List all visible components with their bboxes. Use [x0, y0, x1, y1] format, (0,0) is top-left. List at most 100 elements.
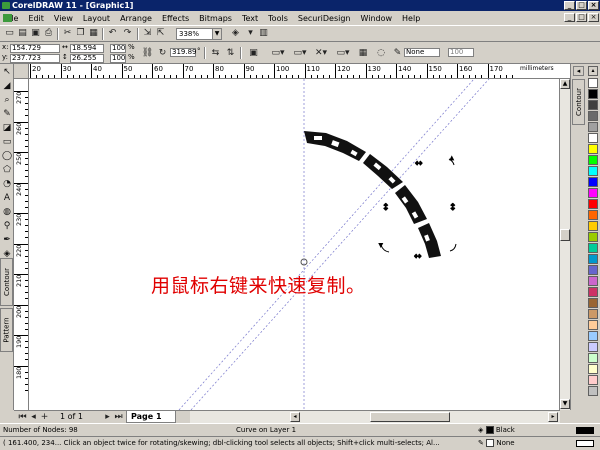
- palette-swatch[interactable]: [588, 166, 598, 176]
- doc-close-button[interactable]: ×: [588, 13, 599, 22]
- menu-text[interactable]: Text: [237, 14, 263, 23]
- palette-swatch[interactable]: [588, 221, 598, 231]
- horizontal-scrollbar[interactable]: ◂ ▸: [190, 410, 560, 423]
- menu-layout[interactable]: Layout: [78, 14, 115, 23]
- doc-minimize-button[interactable]: _: [564, 13, 575, 22]
- pick-tool-icon[interactable]: ↖: [1, 66, 13, 79]
- hscroll-thumb[interactable]: [370, 412, 450, 422]
- tab-contour-left[interactable]: Contour: [0, 258, 13, 306]
- polygon-tool-icon[interactable]: ⬠: [1, 164, 13, 177]
- menu-bitmaps[interactable]: Bitmaps: [194, 14, 237, 23]
- lock-ratio-icon[interactable]: ⛓: [142, 48, 153, 59]
- new-icon[interactable]: ▭: [4, 28, 15, 39]
- palette-swatch[interactable]: [588, 144, 598, 154]
- palette-swatch[interactable]: [588, 100, 598, 110]
- outline-tool-icon[interactable]: ✒: [1, 234, 13, 247]
- greek-key-arc[interactable]: [304, 131, 441, 258]
- drawing-canvas[interactable]: ↔ ▴ ↕ ↕ ▾ ↔ 用鼠标右键来快速复制。: [29, 79, 559, 410]
- palette-swatch[interactable]: [588, 298, 598, 308]
- maximize-button[interactable]: □: [576, 1, 587, 10]
- scroll-thumb[interactable]: [560, 229, 570, 241]
- menu-view[interactable]: View: [49, 14, 78, 23]
- scroll-down-button[interactable]: ▼: [560, 399, 570, 409]
- palette-swatch[interactable]: [588, 320, 598, 330]
- palette-swatch[interactable]: [588, 265, 598, 275]
- angle-field[interactable]: 319.89: [170, 48, 197, 57]
- document-icon[interactable]: [3, 14, 12, 22]
- ruler-origin[interactable]: [14, 64, 29, 79]
- palette-scroll-up-icon[interactable]: ▴: [588, 66, 598, 76]
- undo-icon[interactable]: ↶: [107, 28, 118, 39]
- line-start-select[interactable]: ▭▾: [292, 48, 308, 59]
- minimize-button[interactable]: _: [564, 1, 575, 10]
- wrap-text-select[interactable]: ▭▾: [268, 48, 288, 59]
- arrange-icon[interactable]: ▣: [248, 48, 259, 59]
- add-page-icon[interactable]: +: [39, 412, 50, 423]
- palette-swatch[interactable]: [588, 287, 598, 297]
- palette-swatch[interactable]: [588, 331, 598, 341]
- palette-swatch[interactable]: [588, 353, 598, 363]
- import-icon[interactable]: ⇲: [142, 28, 153, 39]
- export-icon[interactable]: ⇱: [155, 28, 166, 39]
- break-apart-icon[interactable]: ▦: [356, 48, 370, 59]
- vertical-scrollbar[interactable]: ▲ ▼: [559, 79, 570, 410]
- zoom-select[interactable]: 338% ▼: [176, 28, 222, 40]
- zoom-tool-icon[interactable]: ⌕: [1, 94, 13, 107]
- palette-swatch[interactable]: [588, 133, 598, 143]
- tab-contour-right[interactable]: Contour: [572, 79, 585, 125]
- palette-swatch[interactable]: [588, 232, 598, 242]
- menu-arrange[interactable]: Arrange: [115, 14, 157, 23]
- corel-online-icon[interactable]: ▾: [245, 28, 256, 39]
- redo-icon[interactable]: ↷: [122, 28, 133, 39]
- rectangle-tool-icon[interactable]: ▭: [1, 136, 13, 149]
- menu-edit[interactable]: Edit: [23, 14, 49, 23]
- menu-help[interactable]: Help: [397, 14, 425, 23]
- app-launcher-icon[interactable]: ◈: [230, 28, 241, 39]
- rotate-icon[interactable]: ↻: [157, 48, 168, 59]
- first-page-icon[interactable]: ⏮: [17, 412, 28, 423]
- palette-swatch[interactable]: [588, 254, 598, 264]
- scale-y-field[interactable]: 100: [110, 54, 126, 63]
- height-field[interactable]: 26.255: [70, 54, 104, 63]
- paste-icon[interactable]: ▦: [88, 28, 99, 39]
- menu-tools[interactable]: Tools: [263, 14, 293, 23]
- palette-swatch[interactable]: [588, 342, 598, 352]
- palette-swatch[interactable]: [588, 364, 598, 374]
- palette-swatch[interactable]: [588, 243, 598, 253]
- scroll-up-button[interactable]: ▲: [560, 79, 570, 89]
- mirror-v-icon[interactable]: ⇅: [225, 48, 236, 59]
- scroll-left-button[interactable]: ◂: [290, 412, 300, 422]
- palette-swatch[interactable]: [588, 78, 598, 88]
- palette-swatch[interactable]: [588, 177, 598, 187]
- menu-securidesign[interactable]: SecuriDesign: [293, 14, 356, 23]
- palette-swatch[interactable]: [588, 210, 598, 220]
- copy-icon[interactable]: ❐: [75, 28, 86, 39]
- interactive-blend-icon[interactable]: ◍: [1, 206, 13, 219]
- print-icon[interactable]: ⎙: [43, 28, 54, 39]
- palette-swatch[interactable]: [588, 111, 598, 121]
- percent-field[interactable]: 100: [448, 48, 474, 57]
- shape-tool-icon[interactable]: ◢: [1, 80, 13, 93]
- tab-page-1[interactable]: Page 1: [126, 411, 176, 423]
- open-icon[interactable]: ▤: [17, 28, 28, 39]
- mirror-h-icon[interactable]: ⇆: [210, 48, 221, 59]
- tab-pattern[interactable]: Pattern: [0, 308, 13, 352]
- y-position-field[interactable]: 237.723: [10, 54, 60, 63]
- scroll-right-button[interactable]: ▸: [548, 412, 558, 422]
- cut-icon[interactable]: ✂: [62, 28, 73, 39]
- palette-swatch[interactable]: [588, 375, 598, 385]
- text-tool-icon[interactable]: A: [1, 192, 13, 205]
- line-style-select[interactable]: ▭▾: [334, 48, 352, 59]
- x-position-field[interactable]: 154.729: [10, 44, 60, 53]
- smart-fill-icon[interactable]: ◪: [1, 122, 13, 135]
- palette-swatch[interactable]: [588, 155, 598, 165]
- last-page-icon[interactable]: ⏭: [113, 412, 124, 423]
- basic-shapes-icon[interactable]: ◔: [1, 178, 13, 191]
- eyedropper-icon[interactable]: ⚲: [1, 220, 13, 233]
- save-icon[interactable]: ▣: [30, 28, 41, 39]
- guideline-angled-2[interactable]: [190, 79, 490, 410]
- arrowhead-select[interactable]: ✕▾: [312, 48, 330, 59]
- palette-swatch[interactable]: [588, 199, 598, 209]
- palette-swatch[interactable]: [588, 386, 598, 396]
- outline-width-select[interactable]: None: [404, 48, 440, 57]
